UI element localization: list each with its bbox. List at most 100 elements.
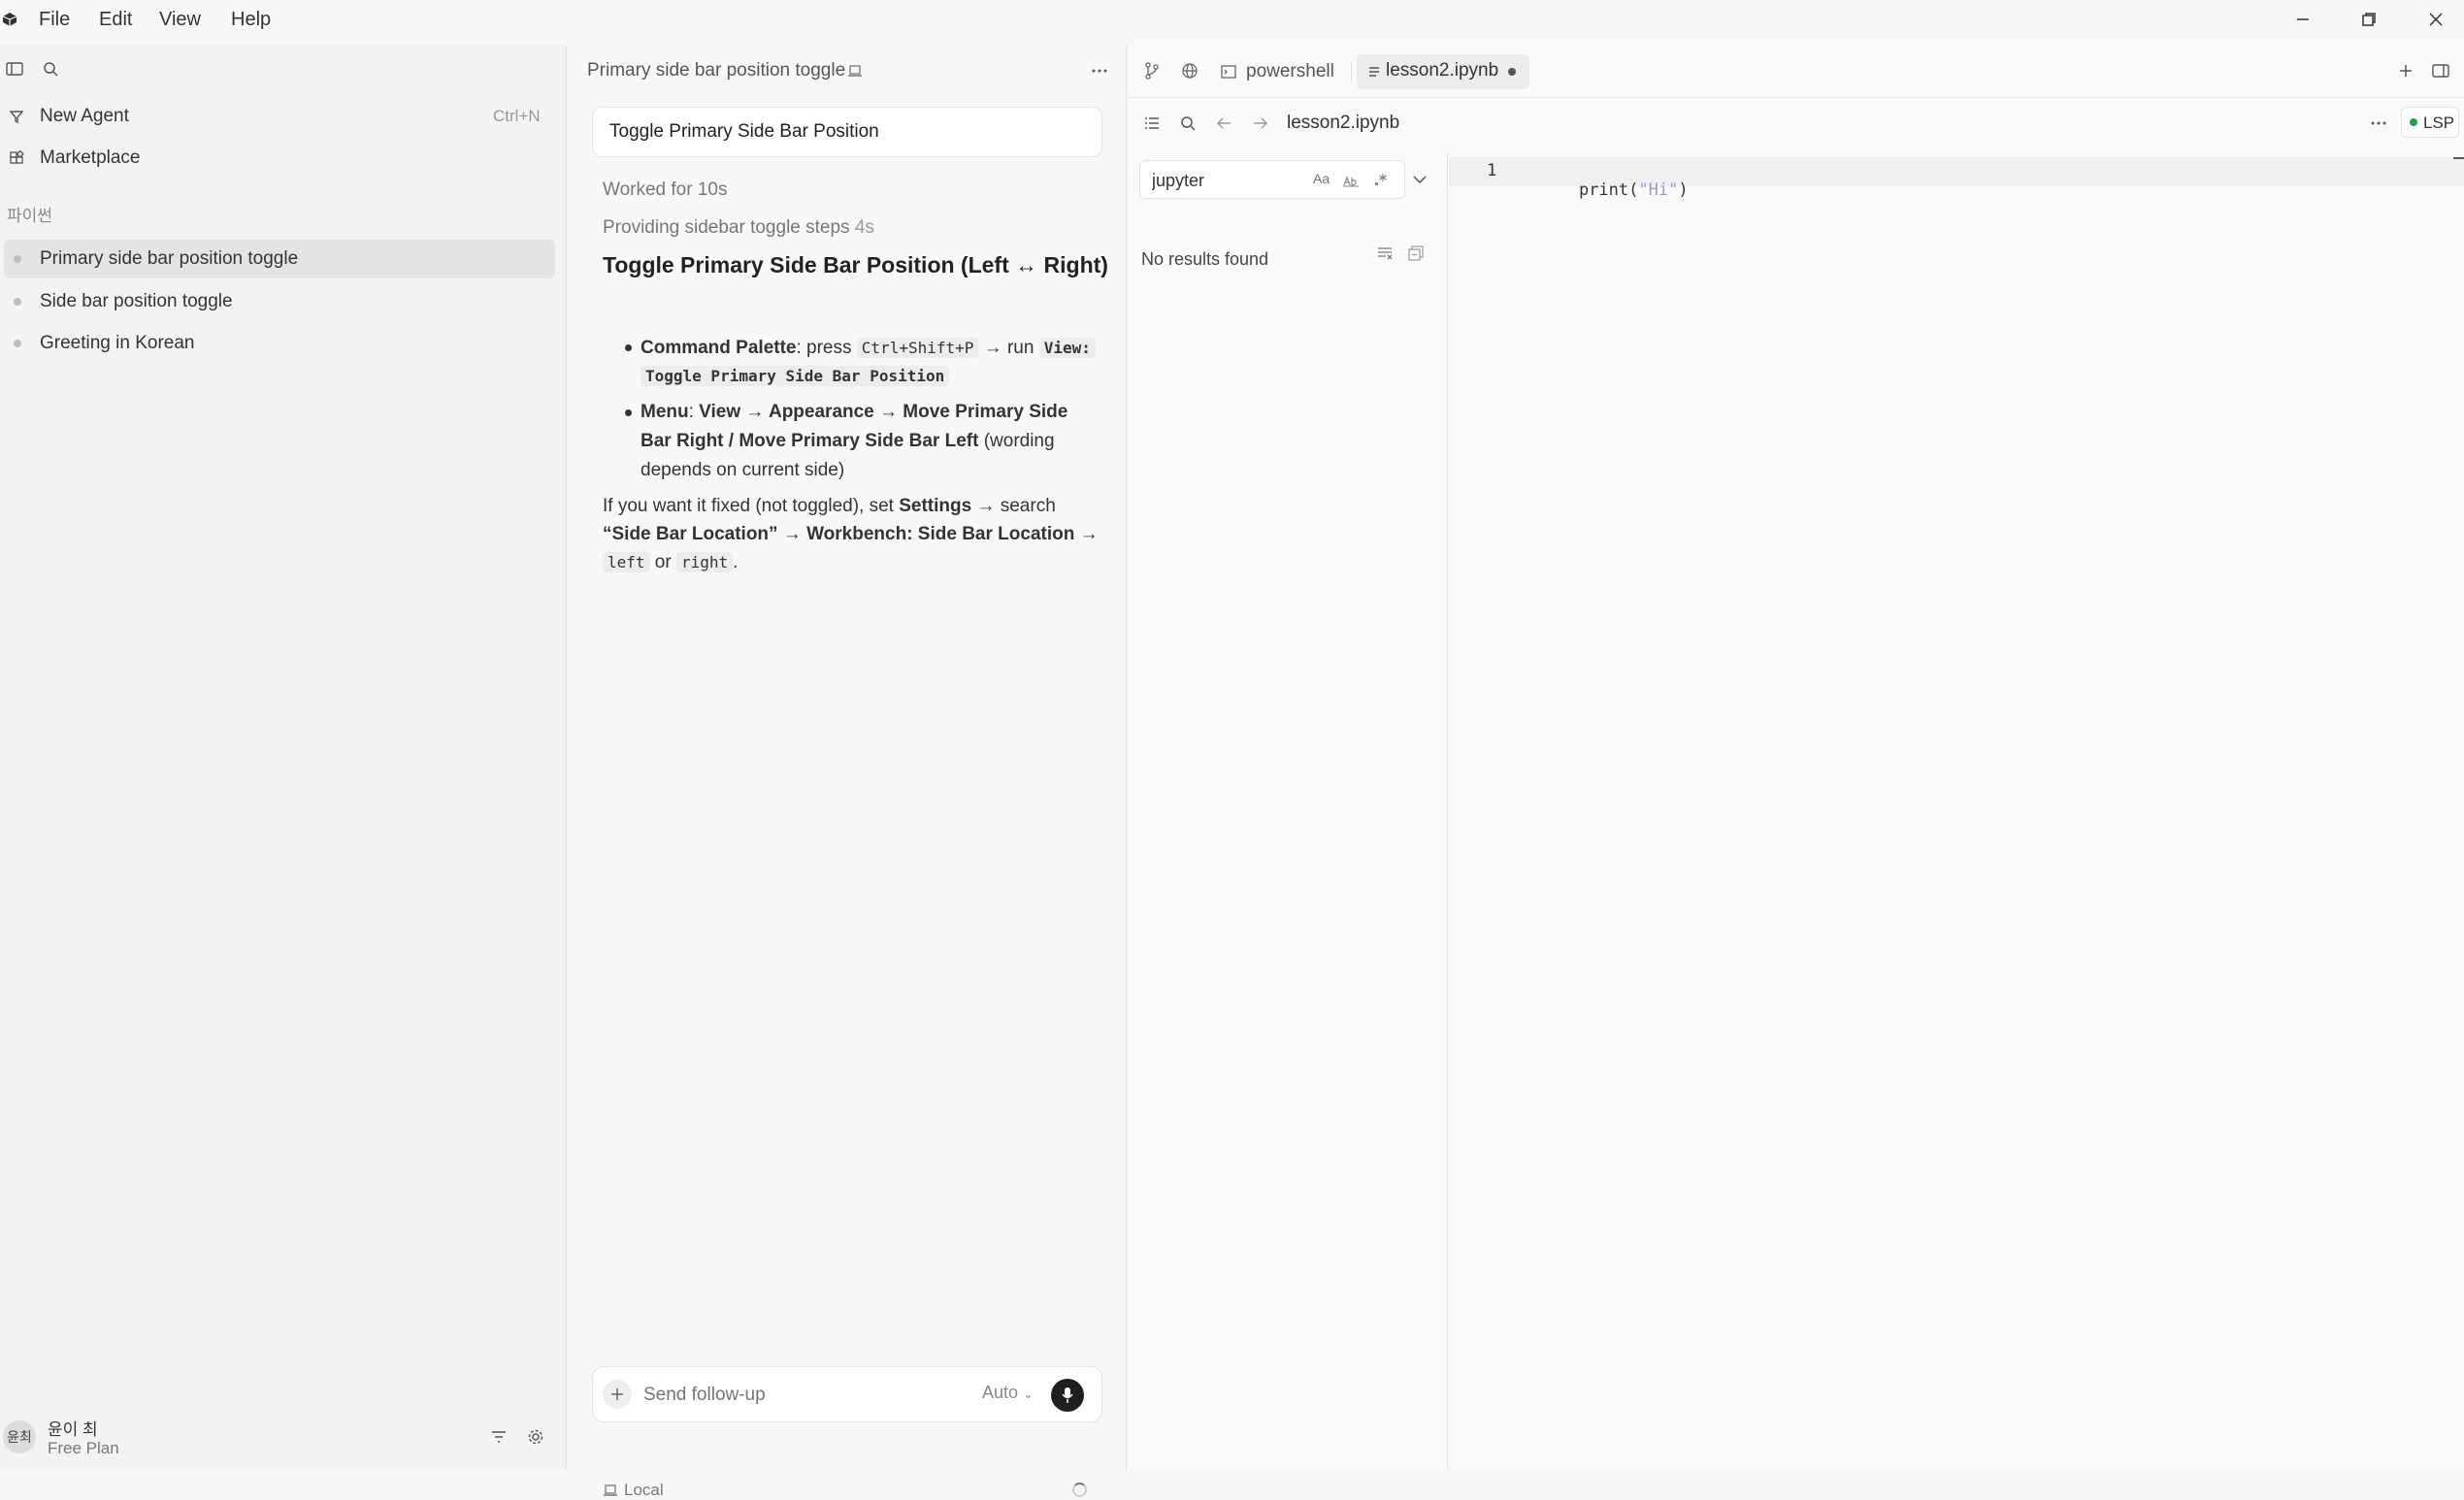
terminal-icon xyxy=(1221,65,1236,79)
globe-icon[interactable] xyxy=(1179,60,1200,82)
laptop-icon xyxy=(844,60,866,82)
find-search-icon[interactable] xyxy=(1177,113,1199,134)
step-status[interactable]: Providing sidebar toggle steps 4s xyxy=(603,217,874,239)
para-text: . xyxy=(733,552,739,572)
step-label: Providing sidebar toggle steps xyxy=(603,217,850,238)
editor-toolbar-divider xyxy=(1128,97,2464,98)
menu-file[interactable]: File xyxy=(39,0,70,39)
title-bar: File Edit View Help xyxy=(0,0,2464,45)
breadcrumb[interactable]: lesson2.ipynb xyxy=(1287,113,1399,134)
user-plan: Free Plan xyxy=(48,1439,119,1457)
close-window-button[interactable] xyxy=(2414,0,2458,39)
para-text: → xyxy=(1074,524,1099,544)
mode-selector[interactable]: Auto ⌄ xyxy=(982,1383,1034,1403)
forward-arrow-icon[interactable] xyxy=(1250,113,1271,134)
follow-up-input[interactable] xyxy=(641,1381,878,1410)
sidebar-item-active[interactable]: Primary side bar position toggle xyxy=(4,240,555,278)
collapse-all-icon[interactable] xyxy=(1405,243,1427,264)
editor-more-icon[interactable] xyxy=(2368,113,2389,134)
toggle-sidebar-icon[interactable] xyxy=(4,58,25,80)
laptop-icon xyxy=(604,1484,617,1496)
editor-area: powershell lesson2.ipynb lesson2.ipynb L… xyxy=(1128,45,2464,1470)
unsaved-dot-icon[interactable] xyxy=(1508,68,1516,76)
toggle-panel-icon[interactable] xyxy=(2430,60,2451,82)
menu-edit[interactable]: Edit xyxy=(99,0,132,39)
user-name: 윤이 최 xyxy=(48,1420,98,1439)
close-icon xyxy=(2429,13,2443,26)
loading-spinner-icon xyxy=(1072,1483,1087,1497)
voice-input-button[interactable] xyxy=(1051,1379,1084,1412)
user-message[interactable]: Toggle Primary Side Bar Position xyxy=(592,107,1102,157)
filter-icon[interactable] xyxy=(488,1426,509,1448)
step-time: 4s xyxy=(854,217,874,238)
sidebar-item-label: Side bar position toggle xyxy=(40,291,233,311)
para-bold: “Side Bar Location” xyxy=(603,524,778,544)
tab-powershell[interactable]: powershell xyxy=(1221,52,1334,91)
sidebar-item-label: Greeting in Korean xyxy=(40,333,195,353)
minimize-button[interactable] xyxy=(2281,0,2325,39)
more-options-icon[interactable] xyxy=(1088,60,1111,82)
tab-divider xyxy=(1351,62,1352,82)
agent-chat-panel: Primary side bar position toggle Toggle … xyxy=(568,45,1127,1499)
match-case-toggle[interactable]: Aa xyxy=(1313,171,1330,186)
new-tab-plus-icon[interactable] xyxy=(2395,60,2416,82)
answer-bullet-2: Menu: View → Appearance → Move Primary S… xyxy=(641,398,1097,485)
new-agent-shortcut: Ctrl+N xyxy=(493,107,541,125)
add-context-button[interactable] xyxy=(603,1380,632,1409)
avatar[interactable]: 윤최 xyxy=(3,1420,36,1453)
tab-label: powershell xyxy=(1246,61,1334,82)
new-agent-button[interactable]: New Agent Ctrl+N xyxy=(0,97,567,136)
bullet-bold: Menu xyxy=(641,402,689,422)
sidebar-item[interactable]: Side bar position toggle xyxy=(0,282,567,321)
restore-button[interactable] xyxy=(2347,0,2391,39)
tab-lesson2[interactable]: lesson2.ipynb xyxy=(1357,54,1687,89)
follow-up-composer: Auto ⌄ xyxy=(592,1366,1102,1422)
section-title: 파이썬 xyxy=(7,207,52,225)
line-number: 1 xyxy=(1487,161,1497,180)
marketplace-button[interactable]: Marketplace xyxy=(0,139,567,178)
new-agent-icon xyxy=(7,107,26,126)
worked-for-status[interactable]: Worked for 10s xyxy=(603,179,727,201)
para-text: → search xyxy=(971,496,1056,516)
search-icon[interactable] xyxy=(40,58,61,80)
answer-heading: Toggle Primary Side Bar Position (Left ↔… xyxy=(603,252,1108,277)
shortcut-code: Ctrl+Shift+P xyxy=(856,338,979,358)
back-arrow-icon[interactable] xyxy=(1213,113,1234,134)
code-line[interactable]: print("Hi") xyxy=(1539,161,1689,219)
whole-word-icon[interactable] xyxy=(1342,174,1360,187)
search-input[interactable] xyxy=(1150,167,1299,194)
code-token-string: "Hi" xyxy=(1638,180,1679,200)
lsp-status-badge[interactable]: LSP xyxy=(2401,107,2459,138)
restore-icon xyxy=(2362,13,2376,26)
chat-header-title: Primary side bar position toggle xyxy=(587,60,846,81)
answer-paragraph: If you want it fixed (not toggled), set … xyxy=(603,492,1102,576)
item-status-dot xyxy=(14,340,21,347)
answer-bullet-1: Command Palette: press Ctrl+Shift+P → ru… xyxy=(641,334,1097,390)
clear-results-icon[interactable] xyxy=(1374,243,1396,264)
menu-help[interactable]: Help xyxy=(231,0,271,39)
plus-icon xyxy=(611,1388,623,1400)
app-logo-icon xyxy=(0,10,19,29)
source-control-icon[interactable] xyxy=(1141,60,1163,82)
para-text: → xyxy=(777,524,807,544)
outline-list-icon[interactable] xyxy=(1141,113,1163,134)
environment-selector[interactable]: Local xyxy=(603,1481,664,1500)
marketplace-label: Marketplace xyxy=(40,147,141,168)
microphone-icon xyxy=(1062,1387,1073,1403)
toggle-replace-chevron-down-icon[interactable] xyxy=(1409,169,1430,190)
sidebar-item-label: Primary side bar position toggle xyxy=(40,248,299,269)
command-code: Toggle Primary Side Bar Position xyxy=(641,366,950,386)
settings-gear-icon[interactable] xyxy=(525,1426,546,1448)
marketplace-icon xyxy=(7,148,26,168)
agents-sidebar: New Agent Ctrl+N Marketplace 파이썬 Primary… xyxy=(0,45,567,1470)
bullet-text: → run xyxy=(978,338,1039,358)
regex-icon[interactable] xyxy=(1373,172,1389,187)
minimap-cursor-mark xyxy=(2453,157,2464,159)
bullet-text: depends on current side) xyxy=(641,460,845,480)
sidebar-item[interactable]: Greeting in Korean xyxy=(0,324,567,363)
new-agent-label: New Agent xyxy=(40,106,129,126)
bullet-text: : press xyxy=(796,338,857,358)
para-text: or xyxy=(649,552,676,572)
menu-view[interactable]: View xyxy=(159,0,201,39)
environment-label: Local xyxy=(624,1481,664,1499)
